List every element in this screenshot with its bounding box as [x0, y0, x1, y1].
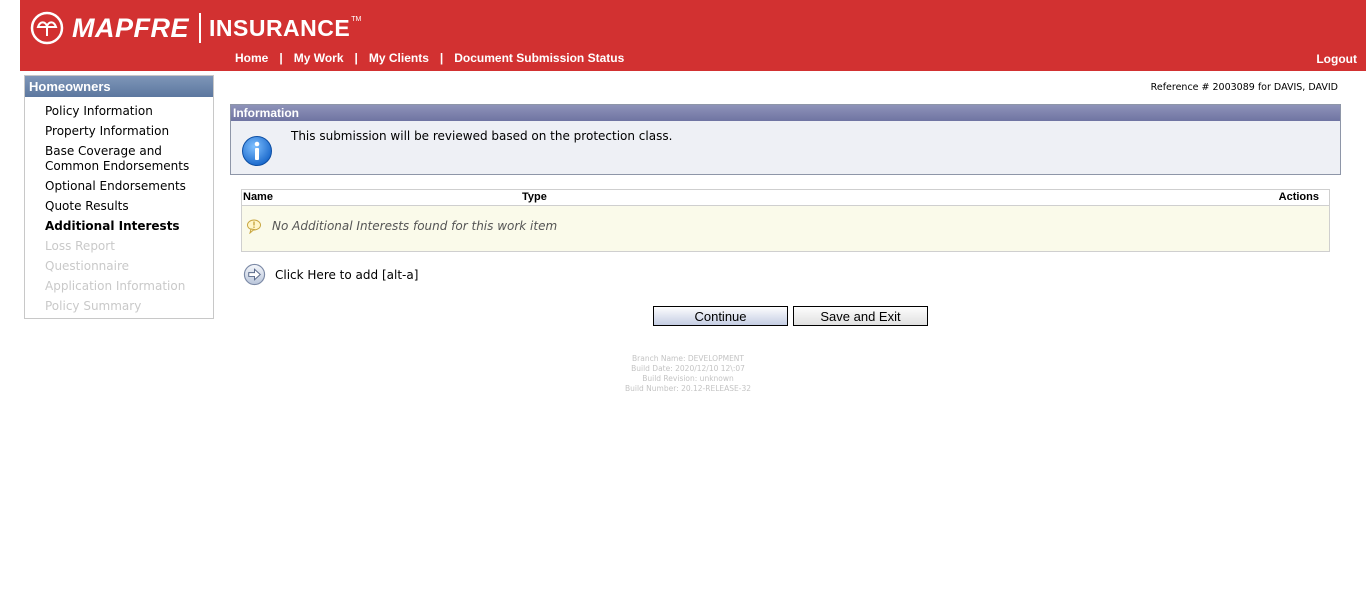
column-header-type: Type: [522, 191, 547, 203]
build-revision: Build Revision: unknown: [642, 374, 734, 383]
sidebar-item-additional-interests[interactable]: Additional Interests: [25, 217, 213, 237]
column-header-actions: Actions: [1278, 191, 1319, 203]
sidebar-item-loss-report: Loss Report: [45, 239, 115, 253]
nav-my-work[interactable]: My Work: [294, 51, 344, 65]
mapfre-logo[interactable]: MAPFRE INSURANCE TM: [30, 11, 361, 45]
build-date: Build Date: 2020/12/10 12\:07: [631, 364, 745, 373]
trademark-mark: TM: [351, 15, 362, 23]
top-navigation: Home | My Work | My Clients | Document S…: [235, 51, 624, 65]
arrow-right-circle-icon: [243, 263, 266, 286]
build-branch: Branch Name: DEVELOPMENT: [632, 354, 744, 363]
empty-message-text: No Additional Interests found for this w…: [272, 219, 558, 233]
nav-home[interactable]: Home: [235, 51, 268, 65]
sidebar-item-base-coverage[interactable]: Base Coverage and Common Endorsements: [25, 142, 213, 177]
product-name: INSURANCE: [209, 14, 351, 41]
sidebar-item-property-information[interactable]: Property Information: [25, 122, 213, 142]
sidebar-item-optional-endorsements[interactable]: Optional Endorsements: [25, 177, 213, 197]
build-info: Branch Name: DEVELOPMENT Build Date: 202…: [590, 354, 786, 394]
sidebar: Homeowners Policy Information Property I…: [24, 75, 214, 319]
info-icon: [242, 136, 272, 166]
sidebar-item-policy-summary: Policy Summary: [45, 299, 142, 313]
sidebar-item-quote-results[interactable]: Quote Results: [25, 197, 213, 217]
brand-name: MAPFRE: [72, 12, 189, 43]
sidebar-item-application-information: Application Information: [45, 279, 186, 293]
sidebar-item-policy-information[interactable]: Policy Information: [25, 102, 213, 122]
nav-document-submission-status[interactable]: Document Submission Status: [454, 51, 624, 65]
add-link-label: Click Here to add [alt-a]: [275, 267, 419, 282]
sidebar-item-questionnaire: Questionnaire: [45, 259, 130, 273]
nav-separator: |: [354, 51, 358, 65]
add-additional-interest-link[interactable]: Click Here to add [alt-a]: [243, 263, 418, 286]
nav-separator: |: [439, 51, 444, 65]
logo-divider: [199, 13, 201, 43]
information-message: This submission will be reviewed based o…: [291, 129, 673, 143]
reference-number: Reference # 2003089 for DAVIS, DAVID: [1150, 82, 1338, 93]
sidebar-title: Homeowners: [25, 76, 213, 97]
nav-my-clients[interactable]: My Clients: [369, 51, 429, 65]
mapfre-emblem-icon: [30, 11, 64, 45]
information-title: Information: [231, 105, 1340, 121]
logout-link[interactable]: Logout: [1316, 52, 1357, 66]
nav-separator: |: [279, 51, 283, 65]
sidebar-menu: Policy Information Property Information …: [25, 97, 213, 317]
build-number: Build Number: 20.12-RELEASE-32: [624, 384, 752, 393]
header-bar: MAPFRE INSURANCE TM Home | My Work | My …: [20, 0, 1366, 71]
save-and-exit-button[interactable]: Save and Exit: [793, 306, 928, 326]
speech-bubble-icon: [247, 219, 261, 234]
information-panel: Information This submission will be revi…: [230, 104, 1341, 175]
continue-button[interactable]: Continue: [653, 306, 788, 326]
table-header: Name Type Actions: [242, 190, 1329, 206]
column-header-name: Name: [243, 191, 273, 203]
additional-interests-table: Name Type Actions No Additional Interest…: [241, 189, 1330, 252]
empty-table-message: No Additional Interests found for this w…: [246, 218, 557, 234]
